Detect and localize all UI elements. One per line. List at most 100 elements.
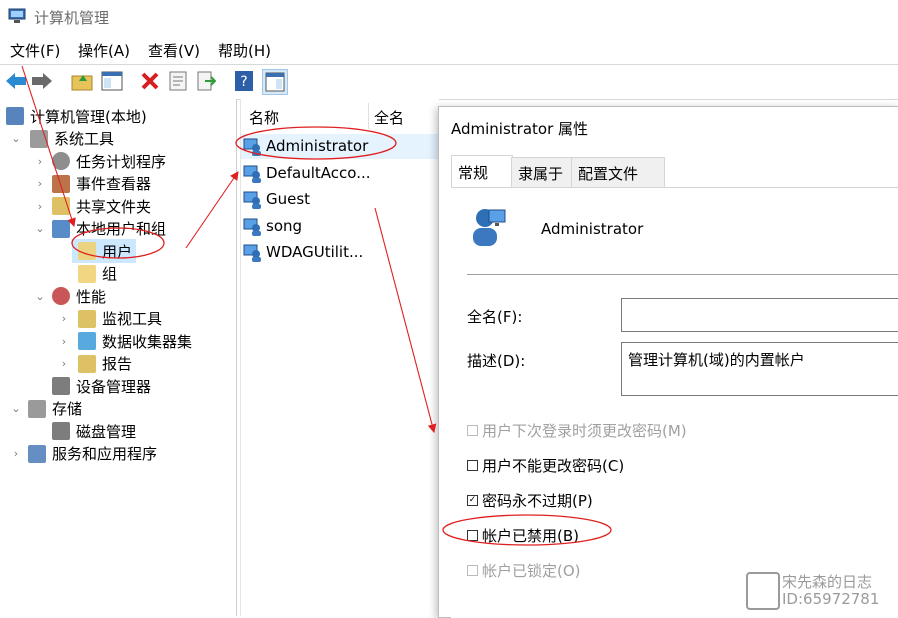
list-item-label: DefaultAcco... bbox=[266, 163, 371, 182]
tree-item-label: 共享文件夹 bbox=[76, 197, 152, 216]
tree-item[interactable]: › 报告 bbox=[0, 353, 236, 375]
checkbox-label: 帐户已锁定(O) bbox=[482, 562, 581, 580]
tree-item[interactable]: › 数据收集器集 bbox=[0, 330, 236, 352]
forward-button[interactable] bbox=[30, 69, 54, 93]
tab-general[interactable]: 常规 bbox=[451, 155, 513, 188]
fullname-field[interactable] bbox=[621, 298, 898, 332]
data-collector-icon bbox=[78, 332, 96, 350]
list-item-label: WDAGUtilit... bbox=[266, 243, 364, 261]
tree-item-label: 监视工具 bbox=[102, 310, 163, 328]
window-title: 计算机管理 bbox=[34, 9, 110, 27]
list-item[interactable]: song bbox=[243, 214, 302, 238]
tab-profile[interactable]: 配置文件 bbox=[571, 157, 665, 188]
column-header-fullname[interactable]: 全名 bbox=[374, 107, 404, 128]
tree-item-label: 系统工具 bbox=[54, 130, 115, 148]
list-item[interactable]: Guest bbox=[243, 187, 310, 211]
tree-item-label: 任务计划程序 bbox=[76, 152, 167, 171]
tree-item[interactable]: 磁盘管理 bbox=[0, 420, 236, 442]
up-folder-button[interactable] bbox=[70, 69, 94, 93]
checkbox-checked[interactable]: ✓ bbox=[467, 495, 478, 506]
tree-item[interactable]: 用户 bbox=[0, 240, 236, 262]
list-item-label: song bbox=[266, 216, 303, 235]
column-header-name[interactable]: 名称 bbox=[249, 107, 279, 128]
export-button[interactable] bbox=[194, 69, 218, 93]
tree-item[interactable]: 计算机管理(本地) bbox=[0, 105, 236, 127]
user-account-icon bbox=[473, 209, 506, 246]
computer-management-icon bbox=[6, 107, 24, 125]
chevron-down-icon[interactable]: ⌄ bbox=[10, 402, 22, 415]
general-tab-panel: Administrator 全名(F): 描述(D): 管理计算机(域)的内置帐… bbox=[451, 187, 898, 618]
chevron-right-icon[interactable]: › bbox=[10, 447, 22, 460]
column-divider[interactable] bbox=[368, 103, 369, 129]
tree-item[interactable]: ⌄ 本地用户和组 bbox=[0, 218, 236, 240]
help-button[interactable]: ? bbox=[232, 69, 256, 93]
menu-view[interactable]: 查看(V) bbox=[148, 40, 200, 61]
menu-help[interactable]: 帮助(H) bbox=[218, 40, 271, 61]
user-icon bbox=[243, 138, 261, 156]
tree-item[interactable]: › 监视工具 bbox=[0, 308, 236, 330]
forward-icon bbox=[32, 73, 52, 89]
checkbox-row[interactable]: 用户不能更改密码(C) bbox=[467, 455, 624, 476]
tab-general-label: 常规 bbox=[458, 163, 489, 182]
tree-item-label: 数据收集器集 bbox=[102, 332, 193, 351]
dialog-title: Administrator 属性 bbox=[451, 120, 589, 138]
tree-item[interactable]: ⌄ 存储 bbox=[0, 398, 236, 420]
menu-file[interactable]: 文件(F) bbox=[10, 40, 60, 61]
checkbox-row[interactable]: 帐户已禁用(B) bbox=[467, 525, 579, 546]
list-item[interactable]: Administrator bbox=[243, 134, 368, 158]
checkbox-row[interactable]: ✓ 密码永不过期(P) bbox=[467, 490, 593, 511]
properties-button[interactable] bbox=[166, 69, 190, 93]
list-item-label: Administrator bbox=[266, 137, 369, 155]
folder-icon bbox=[78, 242, 96, 260]
event-viewer-icon bbox=[52, 174, 70, 193]
shared-folder-icon bbox=[52, 197, 70, 215]
tree-item[interactable]: 设备管理器 bbox=[0, 375, 236, 397]
show-hide-tree-icon bbox=[101, 71, 123, 91]
menu-action[interactable]: 操作(A) bbox=[78, 40, 130, 61]
tab-member-of[interactable]: 隶属于 bbox=[511, 157, 573, 188]
checkbox-label: 密码永不过期(P) bbox=[482, 492, 593, 510]
list-item[interactable]: DefaultAcco... bbox=[243, 161, 371, 185]
description-value: 管理计算机(域)的内置帐户 bbox=[628, 351, 805, 369]
checkbox[interactable] bbox=[467, 530, 478, 541]
chevron-right-icon[interactable]: › bbox=[58, 357, 70, 370]
user-icon bbox=[243, 244, 261, 262]
chevron-right-icon[interactable]: › bbox=[34, 200, 46, 213]
toolbar: ? bbox=[0, 64, 898, 100]
tools-icon bbox=[30, 129, 48, 148]
description-field[interactable]: 管理计算机(域)的内置帐户 bbox=[621, 342, 898, 396]
tree-item[interactable]: › 服务和应用程序 bbox=[0, 443, 236, 465]
tree-item[interactable]: ⌄ 性能 bbox=[0, 285, 236, 307]
tree-item-label: 计算机管理(本地) bbox=[30, 107, 147, 126]
tree-item[interactable]: › 事件查看器 bbox=[0, 173, 236, 195]
watermark-line1: 宋先森的日志 bbox=[782, 573, 873, 591]
chevron-down-icon[interactable]: ⌄ bbox=[34, 222, 46, 235]
checkbox[interactable] bbox=[467, 460, 478, 471]
chevron-down-icon[interactable]: ⌄ bbox=[34, 290, 46, 303]
chevron-right-icon[interactable]: › bbox=[58, 335, 70, 348]
report-folder-icon bbox=[78, 354, 96, 373]
chevron-right-icon[interactable]: › bbox=[34, 155, 46, 168]
tree-item[interactable]: › 任务计划程序 bbox=[0, 150, 236, 172]
action-pane-button[interactable] bbox=[262, 69, 288, 95]
delete-button[interactable] bbox=[138, 69, 162, 93]
fullname-label: 全名(F): bbox=[467, 308, 523, 326]
properties-dialog: Administrator 属性 常规 隶属于 配置文件 Administrat… bbox=[438, 106, 898, 618]
storage-icon bbox=[28, 399, 46, 418]
back-button[interactable] bbox=[4, 69, 28, 93]
tree-item[interactable]: › 共享文件夹 bbox=[0, 195, 236, 217]
show-hide-tree-button[interactable] bbox=[100, 69, 124, 93]
chevron-right-icon[interactable]: › bbox=[58, 312, 70, 325]
tree-item[interactable]: ⌄ 系统工具 bbox=[0, 128, 236, 150]
chevron-down-icon[interactable]: ⌄ bbox=[10, 132, 22, 145]
tree-item-label: 报告 bbox=[102, 355, 133, 373]
checkbox bbox=[467, 425, 478, 436]
account-username: Administrator bbox=[541, 220, 644, 238]
title-bar: 计算机管理 bbox=[0, 0, 898, 34]
list-item[interactable]: WDAGUtilit... bbox=[243, 240, 363, 264]
tree-item[interactable]: 组 bbox=[0, 263, 236, 285]
navigation-tree: 计算机管理(本地) ⌄ 系统工具 › 任务计划程序 › 事件查看器 › 共享文件夹 ⌄ 本地用户和组… bbox=[0, 99, 237, 616]
checkbox-label: 用户下次登录时须更改密码(M) bbox=[482, 422, 687, 440]
properties-icon bbox=[169, 71, 187, 91]
chevron-right-icon[interactable]: › bbox=[34, 177, 46, 190]
